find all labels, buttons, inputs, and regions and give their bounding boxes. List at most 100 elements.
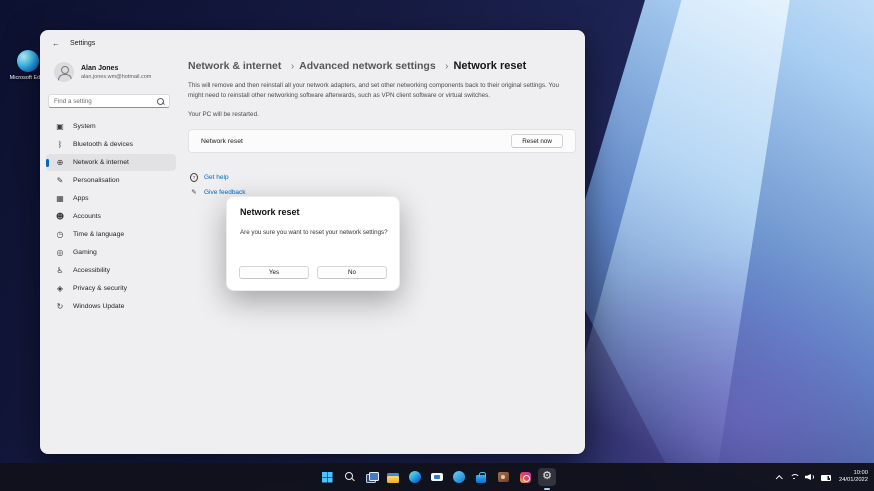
window-title: Settings xyxy=(70,39,96,47)
sidebar-item-windows-update[interactable]: Windows Update xyxy=(46,298,176,315)
sidebar-item-gaming[interactable]: Gaming xyxy=(46,244,176,261)
link-give-feedback[interactable]: Give feedback xyxy=(190,188,246,196)
taskbar: 10:00 24/01/2022 xyxy=(0,463,874,491)
taskbar-item-camera-icon[interactable] xyxy=(494,468,512,486)
sidebar-item-label: Gaming xyxy=(73,249,97,256)
sidebar-item-label: Privacy & security xyxy=(73,285,128,292)
edge-icon xyxy=(17,50,39,72)
breadcrumb-link[interactable]: Advanced network settings xyxy=(299,60,436,72)
windows-update-icon xyxy=(55,302,65,312)
breadcrumb-separator: › xyxy=(445,61,449,72)
accounts-icon xyxy=(55,212,65,222)
selected-accent-bar xyxy=(46,158,49,167)
taskbar-item-store-icon[interactable] xyxy=(472,468,490,486)
camera-icon xyxy=(496,470,510,484)
avatar xyxy=(54,62,74,82)
desktop: Microsoft Edge Settings Alan Jones alan.… xyxy=(0,0,874,491)
sidebar-item-bluetooth-devices[interactable]: Bluetooth & devices xyxy=(46,136,176,153)
sidebar-item-label: System xyxy=(73,123,96,130)
sidebar-item-accounts[interactable]: Accounts xyxy=(46,208,176,225)
system-icon xyxy=(55,122,65,132)
sidebar-item-network-internet[interactable]: Network & internet xyxy=(46,154,176,171)
battery-icon[interactable] xyxy=(820,472,831,482)
restart-note: Your PC will be restarted. xyxy=(188,111,259,118)
tray-time: 10:00 xyxy=(853,470,868,476)
sidebar-item-privacy-security[interactable]: Privacy & security xyxy=(46,280,176,297)
task-view-icon xyxy=(364,470,379,484)
dialog-button-no[interactable]: No xyxy=(317,266,387,279)
back-button[interactable] xyxy=(52,39,60,48)
taskbar-item-skype-icon[interactable] xyxy=(450,468,468,486)
user-name: Alan Jones xyxy=(81,64,119,72)
bluetooth-icon xyxy=(55,140,65,150)
sidebar-item-system[interactable]: System xyxy=(46,118,176,135)
system-tray: 10:00 24/01/2022 xyxy=(775,463,868,491)
accessibility-icon xyxy=(55,266,65,276)
breadcrumb: Network & internet › Advanced network se… xyxy=(188,56,526,74)
sidebar-item-label: Windows Update xyxy=(73,303,125,310)
link-label: Get help xyxy=(204,173,229,181)
sidebar-item-apps[interactable]: Apps xyxy=(46,190,176,207)
dialog-buttons: Yes No xyxy=(239,266,387,279)
personalisation-icon xyxy=(55,176,65,186)
apps-icon xyxy=(55,194,65,204)
breadcrumb-network-internet: Network & internet › xyxy=(188,56,299,74)
sidebar-nav: System Bluetooth & devices Network & int… xyxy=(46,118,176,315)
taskbar-item-edge-icon[interactable] xyxy=(406,468,424,486)
link-label: Give feedback xyxy=(204,188,246,196)
dialog-button-yes[interactable]: Yes xyxy=(239,266,309,279)
network-reset-dialog: Network reset Are you sure you want to r… xyxy=(226,196,400,291)
give-feedback-icon xyxy=(190,188,198,196)
edge-icon xyxy=(408,470,422,484)
network-status-icon[interactable] xyxy=(789,472,799,482)
page-description: This will remove and then reinstall all … xyxy=(188,82,560,99)
store-icon xyxy=(474,470,488,484)
sidebar-item-label: Network & internet xyxy=(73,159,129,166)
network-reset-label: Network reset xyxy=(201,137,243,145)
link-get-help[interactable]: Get help xyxy=(190,173,246,181)
taskbar-center xyxy=(318,463,556,491)
dialog-title: Network reset xyxy=(240,207,300,217)
settings-icon xyxy=(540,469,554,484)
taskbar-item-settings-icon[interactable] xyxy=(538,468,556,486)
sidebar-item-label: Apps xyxy=(73,195,89,202)
sidebar-item-label: Accounts xyxy=(73,213,101,220)
volume-icon[interactable] xyxy=(805,472,815,482)
privacy-security-icon xyxy=(55,284,65,294)
hidden-icons-chevron[interactable] xyxy=(775,473,783,481)
gaming-icon xyxy=(55,248,65,258)
sidebar-item-label: Accessibility xyxy=(73,267,111,274)
user-account[interactable]: Alan Jones alan.jones.wm@hotmail.com xyxy=(54,62,151,82)
network-icon xyxy=(55,158,65,168)
network-reset-card: Network reset Reset now xyxy=(188,129,576,153)
sidebar-item-accessibility[interactable]: Accessibility xyxy=(46,262,176,279)
skype-icon xyxy=(452,470,466,484)
breadcrumb-link[interactable]: Network & internet xyxy=(188,60,281,72)
taskbar-item-file-explorer-icon[interactable] xyxy=(384,468,402,486)
taskbar-item-task-view-icon[interactable] xyxy=(362,468,380,486)
taskbar-item-instagram-icon[interactable] xyxy=(516,468,534,486)
sidebar-item-personalisation[interactable]: Personalisation xyxy=(46,172,176,189)
clock[interactable]: 10:00 24/01/2022 xyxy=(837,470,868,484)
breadcrumb-advanced-network-settings: Advanced network settings › xyxy=(299,56,453,74)
sidebar-item-label: Time & language xyxy=(73,231,125,238)
sidebar: Alan Jones alan.jones.wm@hotmail.com Sys… xyxy=(40,54,182,454)
start-icon xyxy=(320,470,334,484)
taskbar-item-start-icon[interactable] xyxy=(318,468,336,486)
breadcrumb-link[interactable]: Network reset xyxy=(453,60,526,72)
time-language-icon xyxy=(55,230,65,240)
taskbar-item-search-icon[interactable] xyxy=(340,468,358,486)
user-email: alan.jones.wm@hotmail.com xyxy=(81,73,152,80)
taskbar-item-chat-icon[interactable] xyxy=(428,468,446,486)
help-links: Get help Give feedback xyxy=(190,173,246,196)
instagram-icon xyxy=(518,470,532,484)
dialog-message: Are you sure you want to reset your netw… xyxy=(240,229,388,236)
sidebar-item-time-language[interactable]: Time & language xyxy=(46,226,176,243)
sidebar-item-label: Personalisation xyxy=(73,177,120,184)
titlebar: Settings xyxy=(52,36,95,50)
breadcrumb-separator: › xyxy=(290,61,295,72)
search-icon xyxy=(342,470,356,484)
file-explorer-icon xyxy=(386,470,400,484)
reset-now-button[interactable]: Reset now xyxy=(511,134,563,148)
search-input[interactable] xyxy=(49,97,156,105)
